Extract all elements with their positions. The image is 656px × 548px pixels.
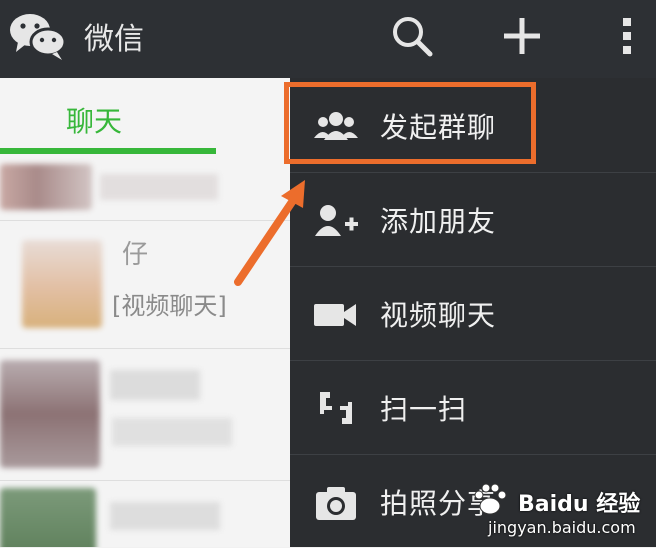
watermark-url: jingyan.baidu.com (488, 518, 636, 537)
app-title: 微信 (84, 22, 144, 57)
chat-name: 仔 (122, 240, 149, 270)
chat-list-item[interactable] (0, 348, 290, 481)
search-icon[interactable] (388, 12, 436, 60)
menu-item-scan[interactable]: 扫一扫 (290, 360, 656, 455)
menu-item-video-chat[interactable]: 视频聊天 (290, 266, 656, 361)
wechat-logo-icon (10, 14, 67, 60)
watermark-brand: Baidu 经验 (518, 492, 641, 517)
chat-list-panel: 聊天 仔 [视频聊天] (0, 78, 290, 547)
chat-preview: [视频聊天] (112, 292, 227, 320)
paw-logo-icon (474, 483, 507, 515)
avatar (0, 360, 100, 468)
chat-name-redacted (110, 502, 220, 530)
menu-item-label: 视频聊天 (380, 299, 497, 332)
avatar (22, 240, 102, 328)
camera-icon (316, 487, 356, 520)
more-vertical-icon[interactable] (612, 12, 642, 60)
menu-item-label: 添加朋友 (380, 205, 497, 238)
chat-list-item[interactable] (0, 480, 290, 547)
plus-icon[interactable] (496, 12, 548, 60)
avatar (0, 488, 96, 547)
baidu-jingyan-watermark: Baidu 经验 jingyan.baidu.com (468, 478, 650, 544)
tab-indicator (0, 148, 216, 154)
chat-name-redacted (100, 174, 218, 200)
menu-item-label: 扫一扫 (380, 393, 468, 426)
chat-list-item[interactable] (0, 156, 290, 221)
highlight-box (284, 82, 536, 164)
tab-chat-label: 聊天 (66, 105, 123, 138)
chat-name-redacted (110, 370, 200, 400)
avatar (0, 164, 92, 210)
scan-icon (320, 392, 352, 424)
tab-chat[interactable]: 聊天 (0, 78, 290, 156)
chat-preview-redacted (112, 418, 232, 446)
video-camera-icon (314, 304, 356, 326)
add-friend-icon (315, 205, 358, 236)
chat-list-item[interactable]: 仔 [视频聊天] (0, 220, 290, 349)
menu-item-add-friend[interactable]: 添加朋友 (290, 172, 656, 267)
action-bar: 微信 (0, 0, 656, 78)
